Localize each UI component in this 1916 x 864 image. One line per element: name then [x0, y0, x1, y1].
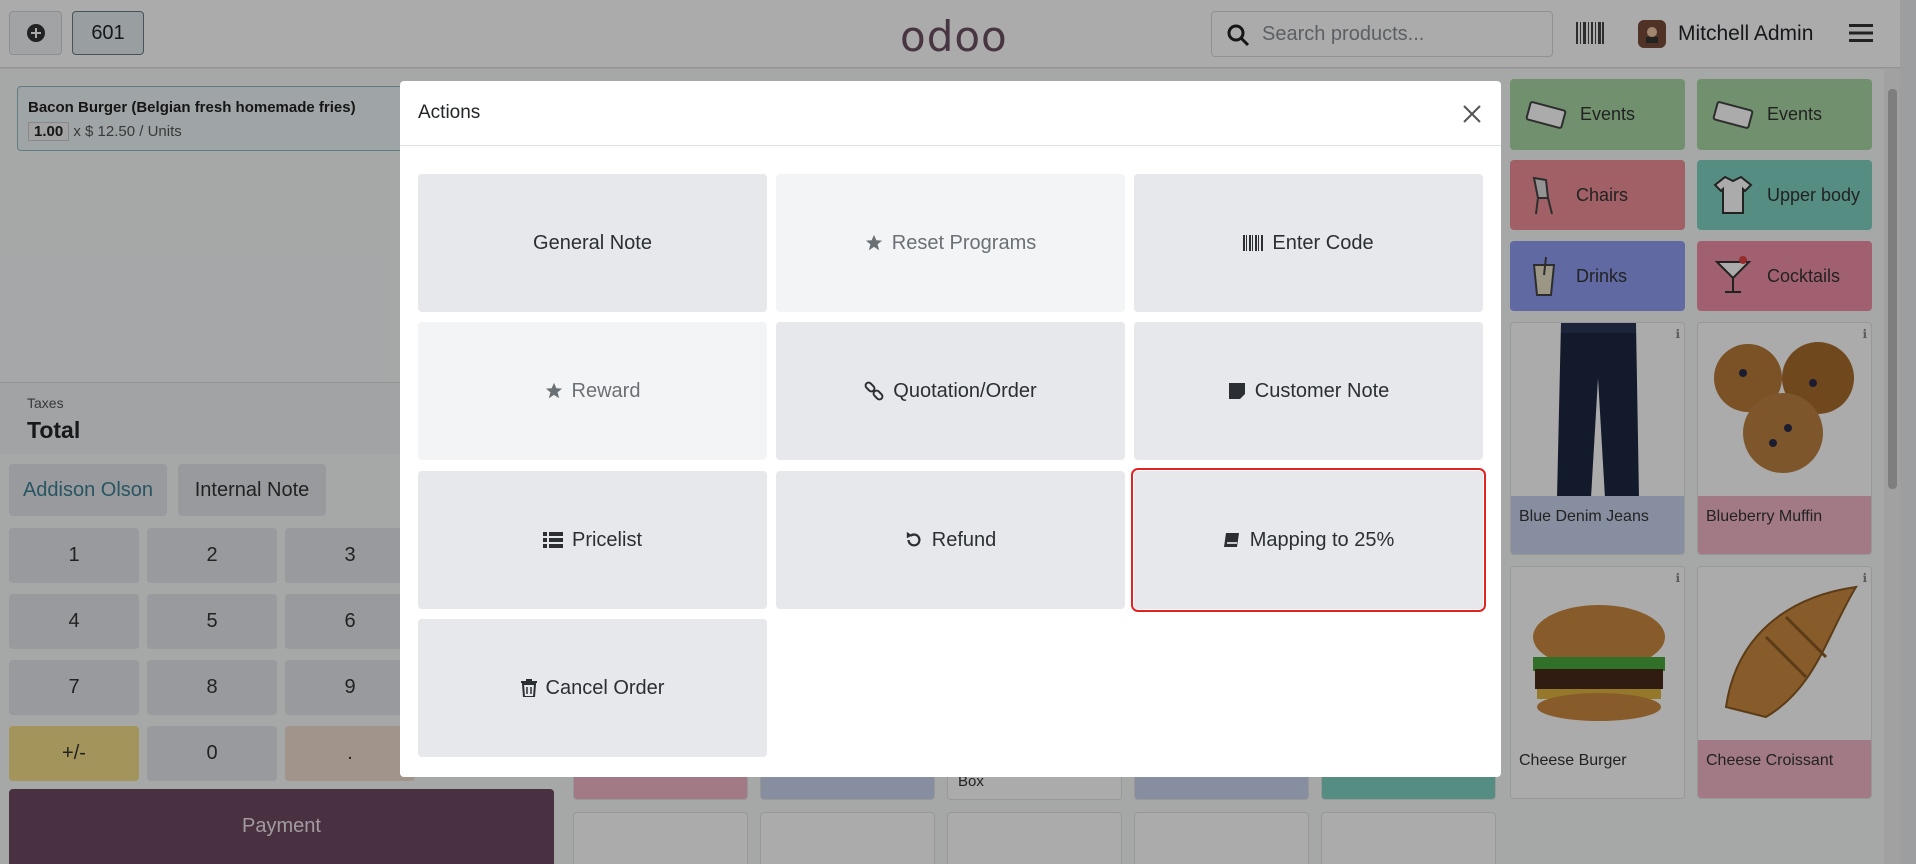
undo-icon	[906, 531, 921, 547]
star-icon	[865, 234, 882, 251]
reset-programs-button[interactable]: Reset Programs	[776, 174, 1125, 312]
action-label: General Note	[533, 231, 652, 254]
dialog-header: Actions	[400, 81, 1501, 146]
enter-code-button[interactable]: Enter Code	[1134, 174, 1483, 312]
action-label: Mapping to 25%	[1249, 528, 1395, 551]
action-label: Customer Note	[1254, 379, 1390, 402]
action-label: Pricelist	[571, 528, 642, 551]
sticky-note-icon	[1228, 383, 1245, 399]
link-icon	[864, 381, 884, 401]
action-label: Reset Programs	[891, 231, 1037, 254]
cancel-order-button[interactable]: Cancel Order	[418, 619, 767, 757]
pricelist-button[interactable]: Pricelist	[418, 471, 767, 609]
quotation-order-button[interactable]: Quotation/Order	[776, 322, 1125, 460]
star-icon	[545, 382, 562, 399]
action-label: Refund	[931, 528, 997, 551]
dialog-title: Actions	[418, 102, 481, 123]
mapping-to-25-button[interactable]: Mapping to 25%	[1131, 468, 1486, 612]
refund-button[interactable]: Refund	[776, 471, 1125, 609]
close-icon	[1463, 105, 1481, 123]
list-icon	[542, 532, 563, 548]
action-label: Quotation/Order	[893, 379, 1037, 402]
customer-note-button[interactable]: Customer Note	[1134, 322, 1483, 460]
barcode-icon	[1243, 235, 1264, 251]
book-icon	[1223, 533, 1239, 547]
actions-dialog: Actions General Note Reset Programs Ente…	[400, 81, 1501, 777]
close-button[interactable]	[1456, 98, 1488, 130]
action-label: Reward	[571, 379, 641, 402]
general-note-button[interactable]: General Note	[418, 174, 767, 312]
action-label: Cancel Order	[545, 676, 665, 699]
trash-icon	[520, 679, 537, 697]
reward-button[interactable]: Reward	[418, 322, 767, 460]
action-label: Enter Code	[1272, 231, 1374, 254]
